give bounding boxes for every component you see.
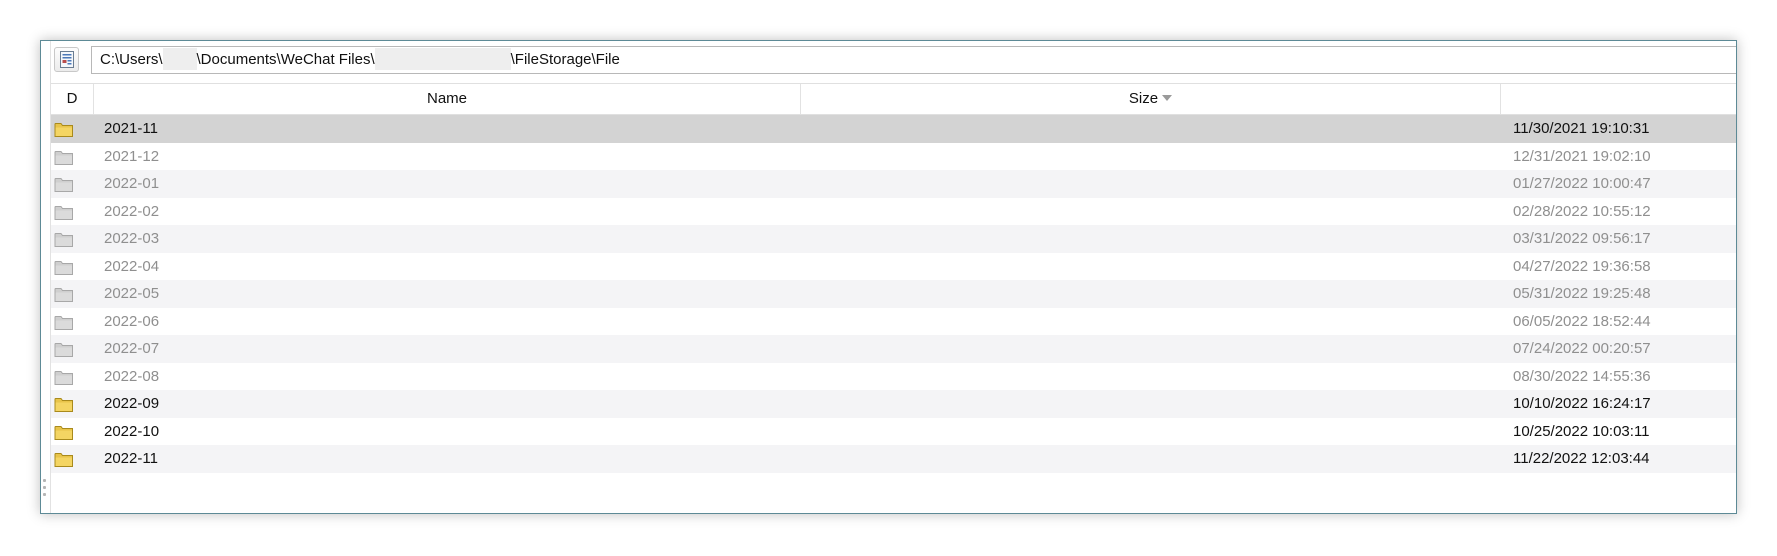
folder-icon	[54, 175, 74, 193]
folder-icon	[54, 423, 74, 441]
file-date-modified: 11/22/2022 12:03:44	[1513, 450, 1650, 467]
file-name: 2021-12	[104, 147, 160, 165]
sort-descending-icon	[1162, 95, 1173, 101]
column-header-d[interactable]: D	[51, 84, 94, 114]
column-header-label: Size	[1128, 90, 1159, 107]
file-date-modified: 12/31/2021 19:02:10	[1513, 147, 1651, 165]
left-splitter[interactable]	[41, 41, 51, 513]
address-bar-button[interactable]	[54, 47, 79, 72]
document-icon	[60, 51, 74, 68]
file-list: 2021-11 11/30/2021 19:10:31 2021-12 12/31/2…	[51, 115, 1736, 473]
folder-icon	[54, 340, 74, 358]
column-header-name[interactable]: Name	[94, 84, 801, 114]
file-name: 2022-07	[104, 340, 160, 357]
file-date-modified: 01/27/2022 10:00:47	[1513, 175, 1651, 192]
file-row[interactable]: 2022-07 07/24/2022 00:20:57	[51, 335, 1736, 363]
column-header-label: D	[66, 90, 78, 107]
file-name: 2021-11	[104, 120, 158, 137]
file-row[interactable]: 2022-11 11/22/2022 12:03:44	[51, 445, 1736, 473]
file-row[interactable]: 2022-09 10/10/2022 16:24:17	[51, 390, 1736, 418]
folder-icon	[54, 395, 74, 413]
folder-icon	[54, 148, 74, 166]
file-name: 2022-06	[104, 312, 160, 330]
file-name: 2022-08	[104, 367, 160, 385]
file-name: 2022-05	[104, 285, 160, 302]
path-segment: C:\Users\	[100, 51, 163, 68]
file-date-modified: 04/27/2022 19:36:58	[1513, 257, 1651, 275]
address-bar: C:\Users\ \Documents\WeChat Files\ \FileSt…	[51, 45, 1736, 75]
folder-icon	[54, 313, 74, 331]
redacted-account	[374, 47, 511, 70]
splitter-grip-icon[interactable]	[42, 479, 48, 505]
file-date-modified: 11/30/2021 19:10:31	[1513, 120, 1650, 137]
path-segment: \Documents\WeChat Files\	[196, 51, 375, 68]
file-name: 2022-10	[104, 422, 160, 440]
file-name: 2022-09	[104, 395, 160, 412]
folder-icon	[54, 285, 74, 303]
folder-icon	[54, 120, 74, 138]
file-row[interactable]: 2022-01 01/27/2022 10:00:47	[51, 170, 1736, 198]
file-row[interactable]: 2022-06 06/05/2022 18:52:44	[51, 308, 1736, 336]
file-row[interactable]: 2021-12 12/31/2021 19:02:10	[51, 143, 1736, 171]
file-row[interactable]: 2022-10 10/25/2022 10:03:11	[51, 418, 1736, 446]
folder-icon	[54, 203, 74, 221]
file-row[interactable]: 2022-08 08/30/2022 14:55:36	[51, 363, 1736, 391]
path-input[interactable]: C:\Users\ \Documents\WeChat Files\ \FileSt…	[91, 46, 1736, 74]
file-row[interactable]: 2021-11 11/30/2021 19:10:31	[51, 115, 1736, 143]
file-date-modified: 07/24/2022 00:20:57	[1513, 340, 1651, 357]
column-header-label: Name	[426, 90, 467, 107]
column-header-size[interactable]: Size	[801, 84, 1501, 114]
file-date-modified: 06/05/2022 18:52:44	[1513, 312, 1651, 330]
file-date-modified: 08/30/2022 14:55:36	[1513, 367, 1651, 385]
redacted-username	[162, 47, 197, 70]
file-name: 2022-01	[104, 175, 160, 192]
folder-icon	[54, 230, 74, 248]
folder-icon	[54, 450, 74, 468]
file-row[interactable]: 2022-03 03/31/2022 09:56:17	[51, 225, 1736, 253]
file-name: 2022-04	[104, 257, 160, 275]
folder-icon	[54, 368, 74, 386]
file-date-modified: 02/28/2022 10:55:12	[1513, 202, 1651, 220]
column-header-date[interactable]	[1501, 84, 1736, 114]
file-date-modified: 03/31/2022 09:56:17	[1513, 230, 1651, 247]
file-date-modified: 05/31/2022 19:25:48	[1513, 285, 1651, 302]
path-segment: \FileStorage\File	[510, 51, 620, 68]
column-header-row: D Name Size	[51, 83, 1736, 115]
file-row[interactable]: 2022-04 04/27/2022 19:36:58	[51, 253, 1736, 281]
file-date-modified: 10/10/2022 16:24:17	[1513, 395, 1651, 412]
file-date-modified: 10/25/2022 10:03:11	[1513, 422, 1650, 440]
file-row[interactable]: 2022-05 05/31/2022 19:25:48	[51, 280, 1736, 308]
file-browser-window: C:\Users\ \Documents\WeChat Files\ \FileSt…	[40, 40, 1737, 514]
file-name: 2022-11	[104, 450, 158, 467]
file-name: 2022-02	[104, 202, 160, 220]
file-name: 2022-03	[104, 230, 160, 247]
file-row[interactable]: 2022-02 02/28/2022 10:55:12	[51, 198, 1736, 226]
folder-icon	[54, 258, 74, 276]
